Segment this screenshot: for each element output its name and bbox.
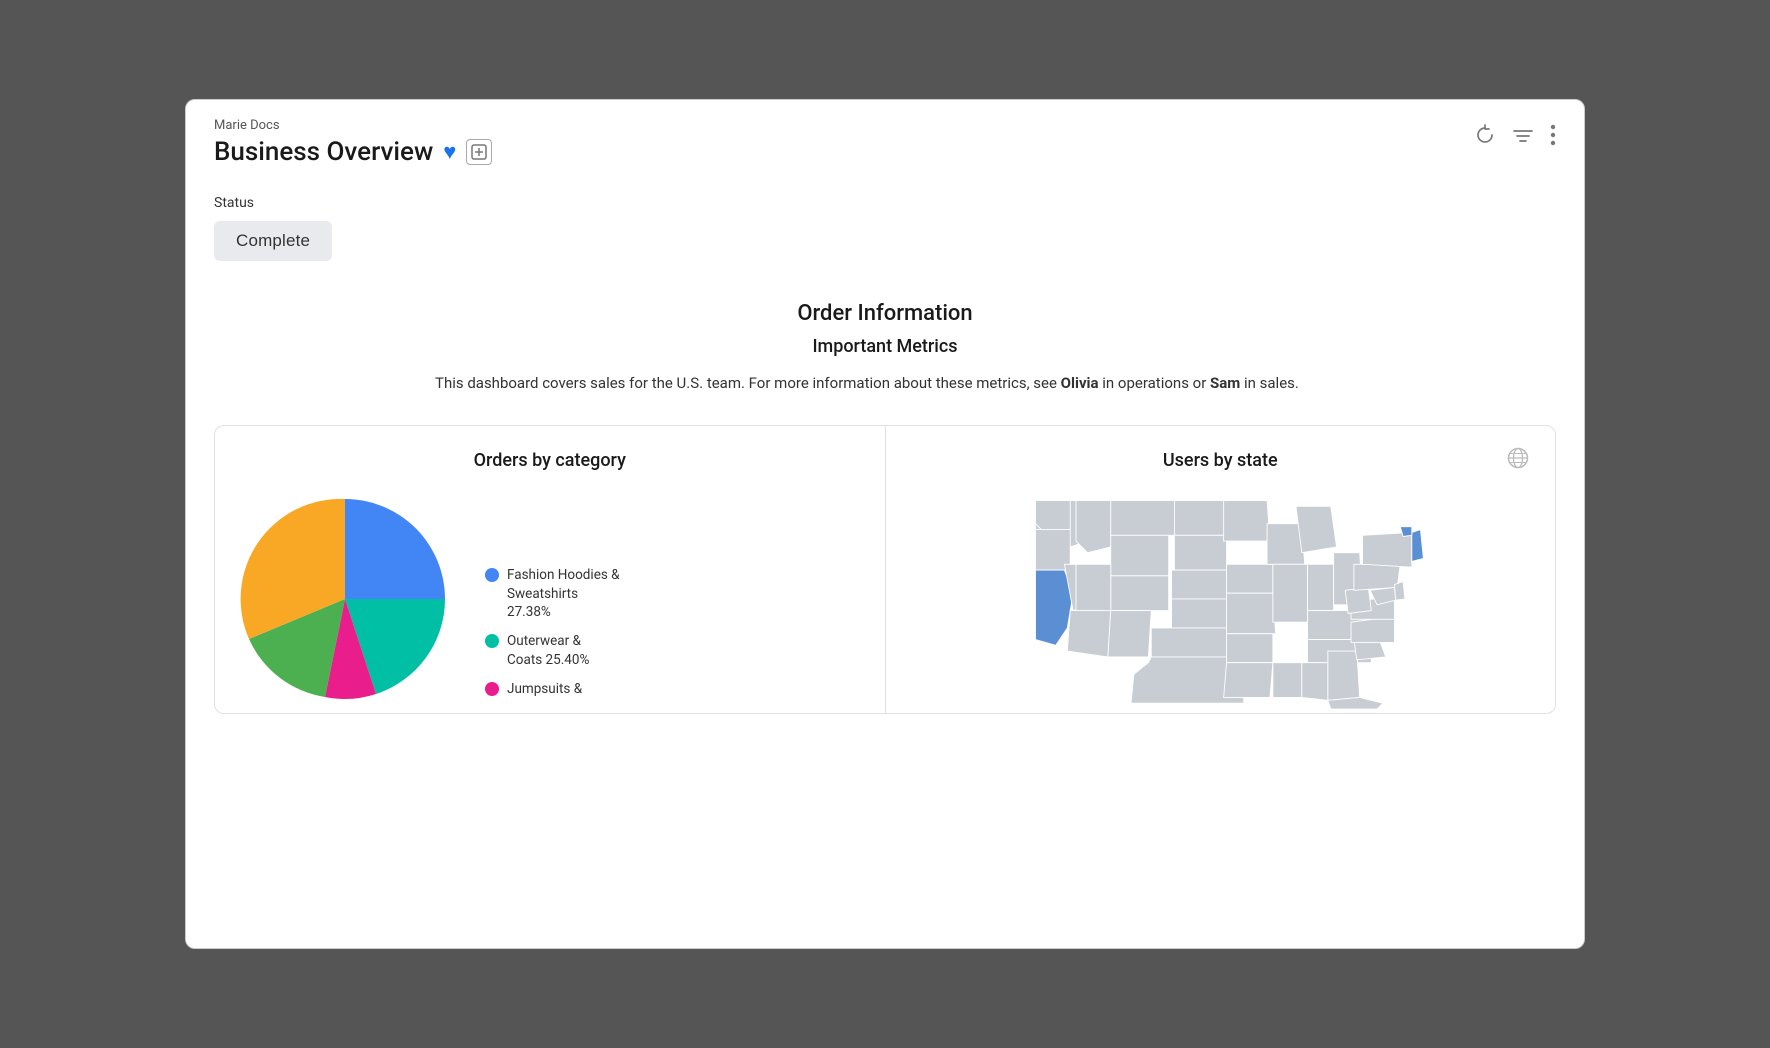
map-panel-inner [906,489,1536,713]
description-text-middle: in operations or [1099,374,1210,392]
heart-icon[interactable]: ♥ [443,139,456,165]
globe-icon[interactable] [1507,447,1529,474]
charts-row: Orders by category [214,425,1556,714]
main-content: Status Complete Order Information Import… [186,177,1584,948]
doc-owner: Marie Docs [214,118,492,133]
legend-label-jumpsuits: Jumpsuits & [507,680,582,699]
status-button[interactable]: Complete [214,221,332,261]
refresh-icon[interactable] [1474,124,1496,151]
title-row: Business Overview ♥ [214,137,492,167]
page-title: Business Overview [214,137,433,167]
users-by-state-panel: Users by state [885,426,1556,713]
orders-by-category-panel: Orders by category [215,426,885,713]
description-text-after: in sales. [1240,374,1299,392]
header-left: Marie Docs Business Overview ♥ [214,118,492,167]
header-right [1474,124,1556,151]
legend-dot-fashion [485,568,499,582]
legend-label-fashion: Fashion Hoodies &Sweatshirts27.38% [507,566,620,623]
pie-chart [235,489,455,709]
legend-label-outerwear: Outerwear &Coats 25.40% [507,632,589,670]
more-options-icon[interactable] [1550,124,1556,151]
filter-icon[interactable] [1512,126,1534,150]
contact-sam: Sam [1210,374,1240,392]
contact-olivia: Olivia [1061,374,1099,392]
orders-by-category-title: Orders by category [235,450,865,471]
users-by-state-title: Users by state [906,450,1536,471]
important-metrics: Important Metrics [214,336,1556,357]
order-info-section: Order Information Important Metrics This… [214,301,1556,395]
legend-item-fashion: Fashion Hoodies &Sweatshirts27.38% [485,566,620,623]
description: This dashboard covers sales for the U.S.… [435,371,1335,395]
legend-item-outerwear: Outerwear &Coats 25.40% [485,632,620,670]
legend-item-jumpsuits: Jumpsuits & [485,680,620,699]
legend-dot-jumpsuits [485,682,499,696]
description-text-before: This dashboard covers sales for the U.S.… [435,374,1061,392]
status-label: Status [214,195,1556,211]
us-map [906,489,1536,709]
legend-dot-outerwear [485,634,499,648]
chart-legend: Fashion Hoodies &Sweatshirts27.38% Outer… [485,566,620,709]
pie-container: Fashion Hoodies &Sweatshirts27.38% Outer… [235,489,865,709]
add-page-icon[interactable] [466,139,492,165]
header: Marie Docs Business Overview ♥ [186,100,1584,177]
order-info-title: Order Information [214,301,1556,326]
